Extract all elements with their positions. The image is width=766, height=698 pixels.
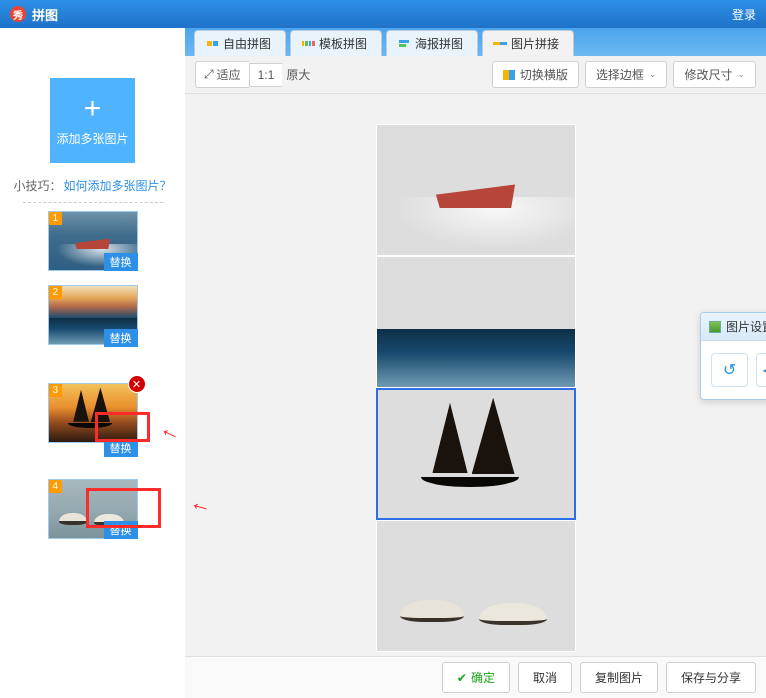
- tab-label: 图片拼接: [511, 35, 559, 52]
- tab-image-stitch[interactable]: 图片拼接: [482, 30, 574, 56]
- tab-free-collage[interactable]: 自由拼图: [194, 30, 286, 56]
- popup-title: 图片设置: [726, 318, 766, 335]
- zoom-1to1-button[interactable]: 1:1: [249, 63, 283, 87]
- zoom-fit-button[interactable]: ⤢ 适应: [195, 61, 249, 88]
- save-share-button[interactable]: 保存与分享: [666, 662, 756, 693]
- thumbnail-item[interactable]: 1 替换: [48, 211, 138, 271]
- stitched-panel[interactable]: [376, 256, 576, 388]
- app-logo-icon: 秀: [10, 6, 26, 22]
- tip-text: 小技巧： 如何添加多张图片？: [13, 177, 171, 194]
- add-images-label: 添加多张图片: [56, 130, 128, 147]
- thumbnail-item[interactable]: 4 替换: [48, 479, 138, 539]
- chevron-down-icon: ⌄: [737, 69, 745, 80]
- login-link[interactable]: 登录: [732, 6, 756, 23]
- image-icon: [709, 321, 721, 333]
- image-settings-popup: 图片设置 ✕ ↺ ◀▶ ◻ 🗑: [700, 312, 766, 400]
- zoom-fit-label: 适应: [217, 66, 241, 83]
- toolbar: ⤢ 适应 1:1 原大 切换横版 选择边框 ⌄ 修改尺寸: [185, 56, 766, 94]
- replace-button[interactable]: 替换: [104, 329, 138, 347]
- copy-image-button[interactable]: 复制图片: [580, 662, 658, 693]
- image-stitch-icon: [493, 37, 507, 51]
- thumb-number-badge: 3: [49, 384, 63, 397]
- thumbnail-item[interactable]: 3 ✕ 替换: [48, 383, 138, 443]
- flip-horizontal-button[interactable]: ◀▶: [756, 353, 766, 387]
- resize-label: 修改尺寸: [684, 66, 732, 83]
- tip-link[interactable]: 如何添加多张图片？: [64, 177, 172, 194]
- check-icon: ✔: [457, 671, 467, 685]
- tip-prefix: 小技巧：: [13, 177, 61, 194]
- stitched-column: [376, 124, 576, 656]
- thumb-number-badge: 2: [49, 286, 63, 299]
- tab-label: 模板拼图: [319, 35, 367, 52]
- orientation-icon: [503, 70, 515, 80]
- canvas[interactable]: 拖动图片更换顺序。 图片设置 ✕ ↺ ◀▶: [185, 94, 766, 656]
- rotate-ccw-icon: ↺: [723, 360, 736, 380]
- resize-dropdown[interactable]: 修改尺寸 ⌄: [673, 61, 756, 88]
- stitched-panel-selected[interactable]: [376, 388, 576, 520]
- thumb-number-badge: 4: [49, 480, 63, 493]
- thumbnail-item[interactable]: 2 替换: [48, 285, 138, 345]
- rotate-ccw-button[interactable]: ↺: [711, 353, 748, 387]
- replace-button[interactable]: 替换: [104, 439, 138, 457]
- zoom-original-label: 原大: [282, 62, 318, 87]
- ok-button[interactable]: ✔ 确定: [442, 662, 510, 693]
- add-images-button[interactable]: + 添加多张图片: [50, 78, 135, 163]
- thumbnail-list: 1 替换 2 替换 3 ✕ 替换 4 替换: [0, 211, 185, 539]
- tab-template-collage[interactable]: 模板拼图: [290, 30, 382, 56]
- bottom-toolbar: ✔ 确定 取消 复制图片 保存与分享: [185, 656, 766, 698]
- sidebar: + 添加多张图片 小技巧： 如何添加多张图片？ 1 替换 2 替换 3 ✕: [0, 28, 185, 698]
- tab-label: 自由拼图: [223, 35, 271, 52]
- flip-horizontal-icon: ◀▶: [763, 360, 766, 380]
- thumb-number-badge: 1: [49, 212, 63, 225]
- ok-label: 确定: [471, 669, 495, 686]
- poster-collage-icon: [397, 37, 411, 51]
- titlebar: 秀 拼图 登录: [0, 0, 766, 28]
- select-border-dropdown[interactable]: 选择边框 ⌄: [585, 61, 668, 88]
- replace-button[interactable]: 替换: [104, 253, 138, 271]
- stitched-panel[interactable]: [376, 520, 576, 652]
- stitched-panel[interactable]: [376, 124, 576, 256]
- toggle-horizontal-button[interactable]: 切换横版: [492, 61, 579, 88]
- cancel-button[interactable]: 取消: [518, 662, 572, 693]
- tab-label: 海报拼图: [415, 35, 463, 52]
- chevron-down-icon: ⌄: [649, 69, 657, 80]
- zoom-1to1-label: 1:1: [258, 68, 275, 82]
- window-title: 拼图: [32, 5, 58, 24]
- template-collage-icon: [301, 37, 315, 51]
- delete-thumb-button[interactable]: ✕: [128, 375, 146, 393]
- replace-button[interactable]: 替换: [104, 521, 138, 539]
- free-collage-icon: [205, 37, 219, 51]
- plus-icon: +: [84, 94, 102, 124]
- tab-poster-collage[interactable]: 海报拼图: [386, 30, 478, 56]
- toggle-horizontal-label: 切换横版: [520, 66, 568, 83]
- main-area: ⤢ 适应 1:1 原大 切换横版 选择边框 ⌄ 修改尺寸: [185, 56, 766, 698]
- divider: [23, 202, 163, 203]
- select-border-label: 选择边框: [596, 66, 644, 83]
- fit-icon: ⤢: [204, 67, 214, 82]
